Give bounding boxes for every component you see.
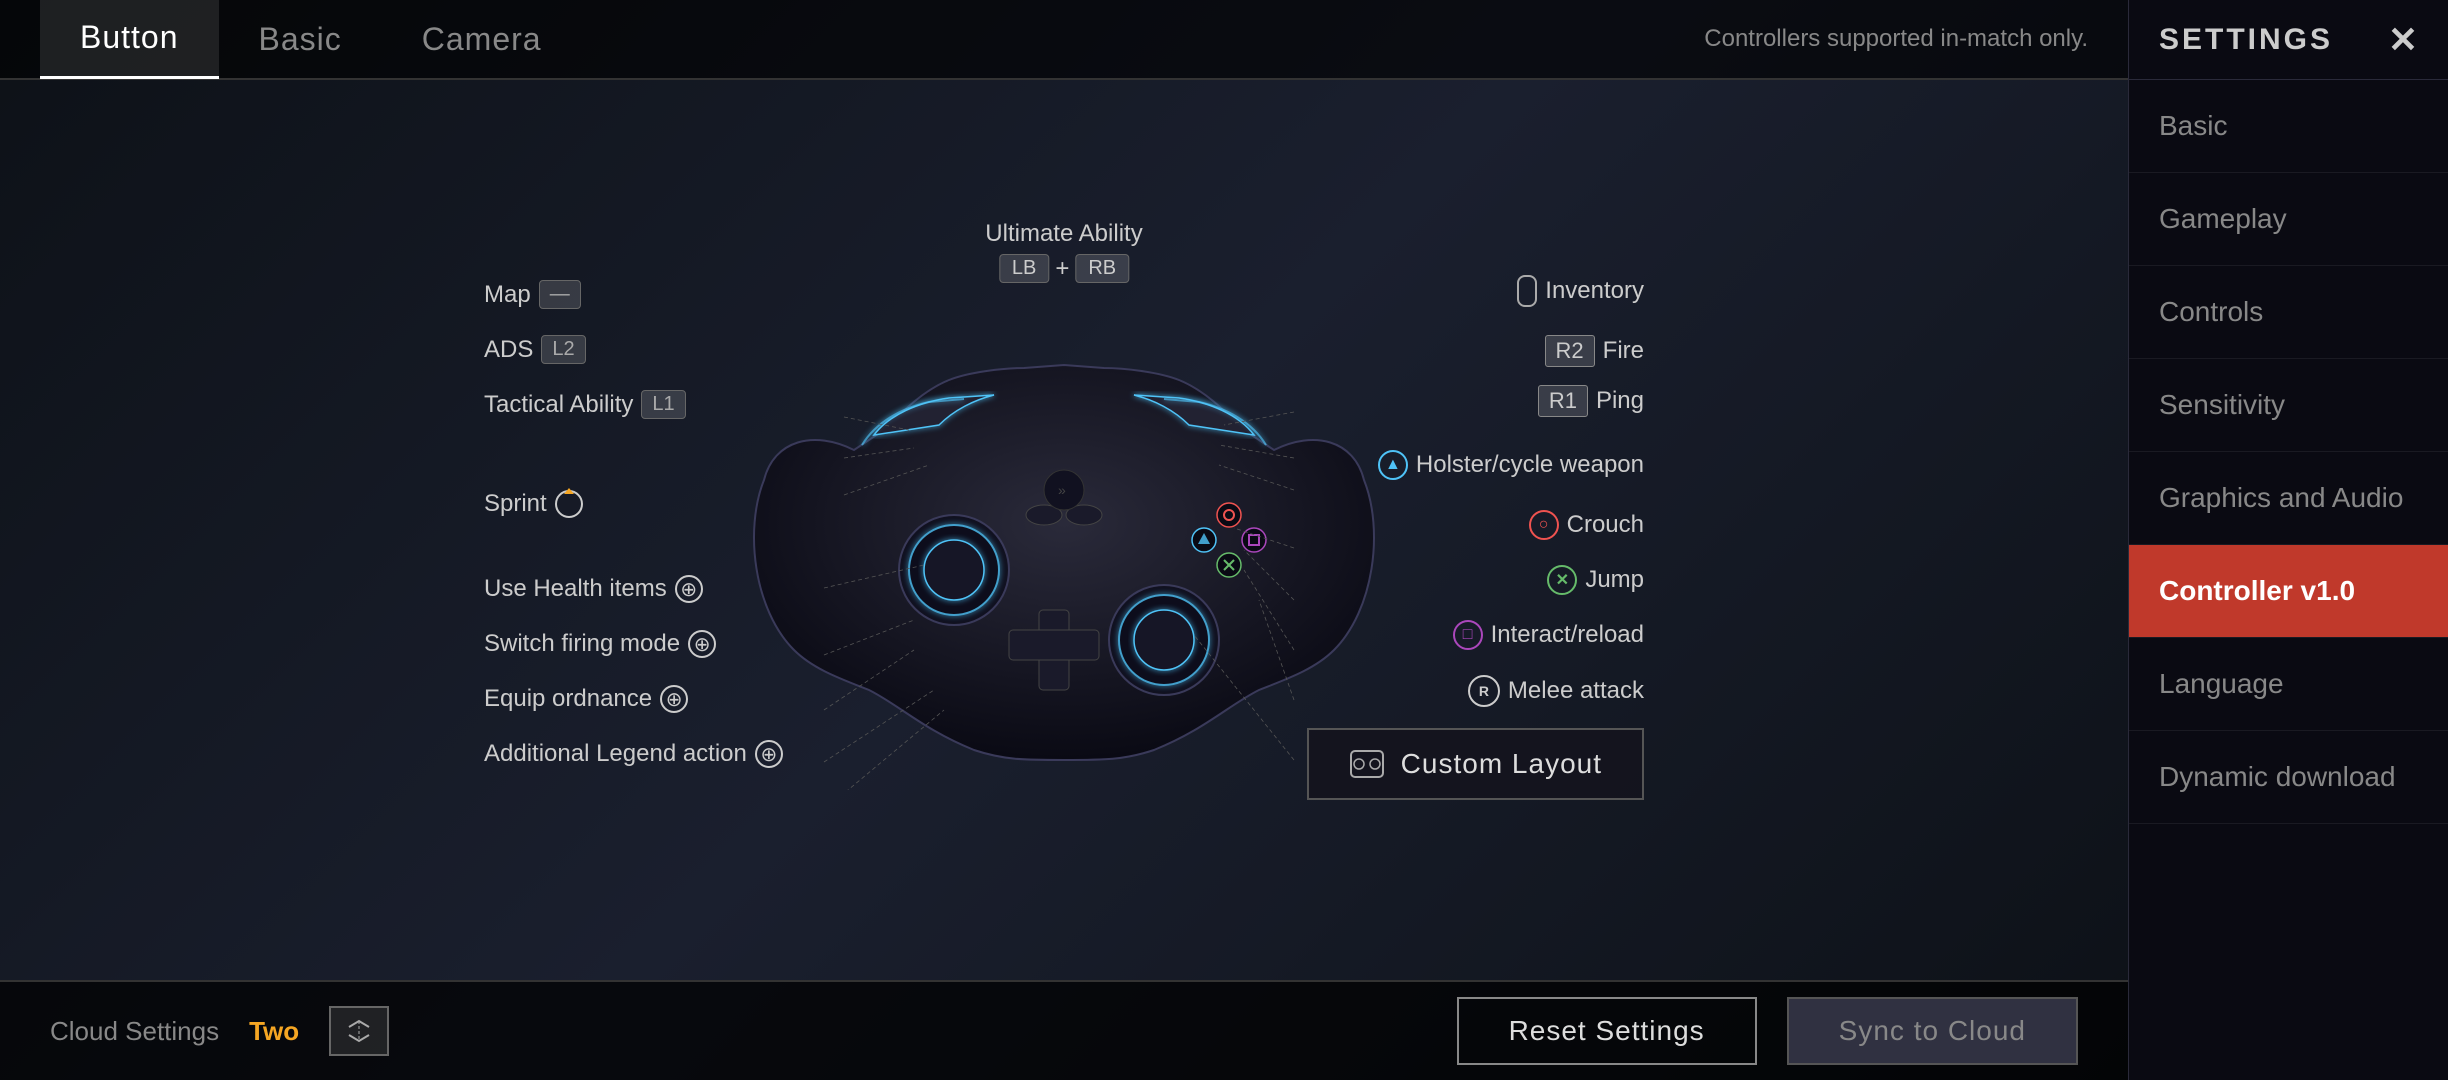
sidebar-item-language[interactable]: Language xyxy=(2129,638,2448,731)
label-sprint: Sprint xyxy=(484,490,583,518)
label-holster: ▲ Holster/cycle weapon xyxy=(1378,450,1644,480)
controller-container: Ultimate Ability LB + RB xyxy=(464,180,1664,880)
x-button: ✕ xyxy=(1547,565,1577,595)
map-badge: — xyxy=(539,280,581,309)
label-jump: ✕ Jump xyxy=(1547,565,1644,595)
label-fire: R2 Fire xyxy=(1545,335,1644,367)
label-equip: Equip ordnance ⊕ xyxy=(484,685,688,713)
controller-area: Ultimate Ability LB + RB xyxy=(0,80,2128,980)
ads-badge: L2 xyxy=(541,335,585,364)
settings-header: SETTINGS ✕ xyxy=(2129,0,2448,80)
sidebar-item-sensitivity[interactable]: Sensitivity xyxy=(2129,359,2448,452)
custom-layout-label: Custom Layout xyxy=(1401,748,1602,780)
r3-badge: R xyxy=(1468,675,1500,707)
label-ping: R1 Ping xyxy=(1538,385,1644,417)
tab-note: Controllers supported in-match only. xyxy=(1704,25,2088,53)
reset-settings-button[interactable]: Reset Settings xyxy=(1457,997,1757,1065)
switch-badge: ⊕ xyxy=(688,630,716,658)
sidebar-item-graphics-audio[interactable]: Graphics and Audio xyxy=(2129,452,2448,545)
settings-sidebar: SETTINGS ✕ Basic Gameplay Controls Sensi… xyxy=(2128,0,2448,1080)
label-interact: □ Interact/reload xyxy=(1453,620,1644,650)
custom-layout-icon xyxy=(1349,749,1385,779)
sidebar-items-list: Basic Gameplay Controls Sensitivity Grap… xyxy=(2129,80,2448,1080)
label-tactical: Tactical Ability L1 xyxy=(484,390,686,419)
circle-button: ○ xyxy=(1529,510,1559,540)
label-ads: ADS L2 xyxy=(484,335,586,364)
label-crouch: ○ Crouch xyxy=(1529,510,1644,540)
bottom-bar: Cloud Settings Two Reset Settings Sync t… xyxy=(0,980,2128,1080)
label-inventory: Inventory xyxy=(1517,275,1644,307)
equip-badge: ⊕ xyxy=(660,685,688,713)
health-badge: ⊕ xyxy=(675,575,703,603)
tab-button[interactable]: Button xyxy=(40,0,219,79)
label-melee: R Melee attack xyxy=(1468,675,1644,707)
legend-badge: ⊕ xyxy=(755,740,783,768)
sync-to-cloud-button[interactable]: Sync to Cloud xyxy=(1787,997,2078,1065)
r1-badge: R1 xyxy=(1538,385,1588,417)
triangle-button: ▲ xyxy=(1378,450,1408,480)
controller-diagram: » xyxy=(714,270,1414,790)
svg-text:»: » xyxy=(1058,482,1066,498)
sidebar-item-basic[interactable]: Basic xyxy=(2129,80,2448,173)
tab-basic[interactable]: Basic xyxy=(219,1,382,78)
sidebar-item-controller[interactable]: Controller v1.0 xyxy=(2129,545,2448,638)
tab-camera[interactable]: Camera xyxy=(382,1,582,78)
custom-layout-button[interactable]: Custom Layout xyxy=(1307,728,1644,800)
label-switch: Switch firing mode ⊕ xyxy=(484,630,716,658)
cloud-settings-label: Cloud Settings xyxy=(50,1016,219,1047)
sync-arrows-icon xyxy=(344,1019,374,1043)
sidebar-item-gameplay[interactable]: Gameplay xyxy=(2129,173,2448,266)
tab-bar: Button Basic Camera Controllers supporte… xyxy=(0,0,2128,80)
r2-badge: R2 xyxy=(1545,335,1595,367)
tactical-badge: L1 xyxy=(641,390,685,419)
square-button: □ xyxy=(1453,620,1483,650)
close-settings-button[interactable]: ✕ xyxy=(2388,19,2418,61)
cloud-slot-value: Two xyxy=(249,1016,299,1047)
sprint-badge xyxy=(555,490,583,518)
sidebar-item-controls[interactable]: Controls xyxy=(2129,266,2448,359)
sidebar-item-dynamic-download[interactable]: Dynamic download xyxy=(2129,731,2448,824)
label-map: Map — xyxy=(484,280,581,309)
settings-title: SETTINGS xyxy=(2159,23,2333,57)
label-health: Use Health items ⊕ xyxy=(484,575,703,603)
cloud-sync-icon-button[interactable] xyxy=(329,1006,389,1056)
main-content: Button Basic Camera Controllers supporte… xyxy=(0,0,2128,1080)
inventory-icon xyxy=(1517,275,1537,307)
label-legend: Additional Legend action ⊕ xyxy=(484,740,783,768)
